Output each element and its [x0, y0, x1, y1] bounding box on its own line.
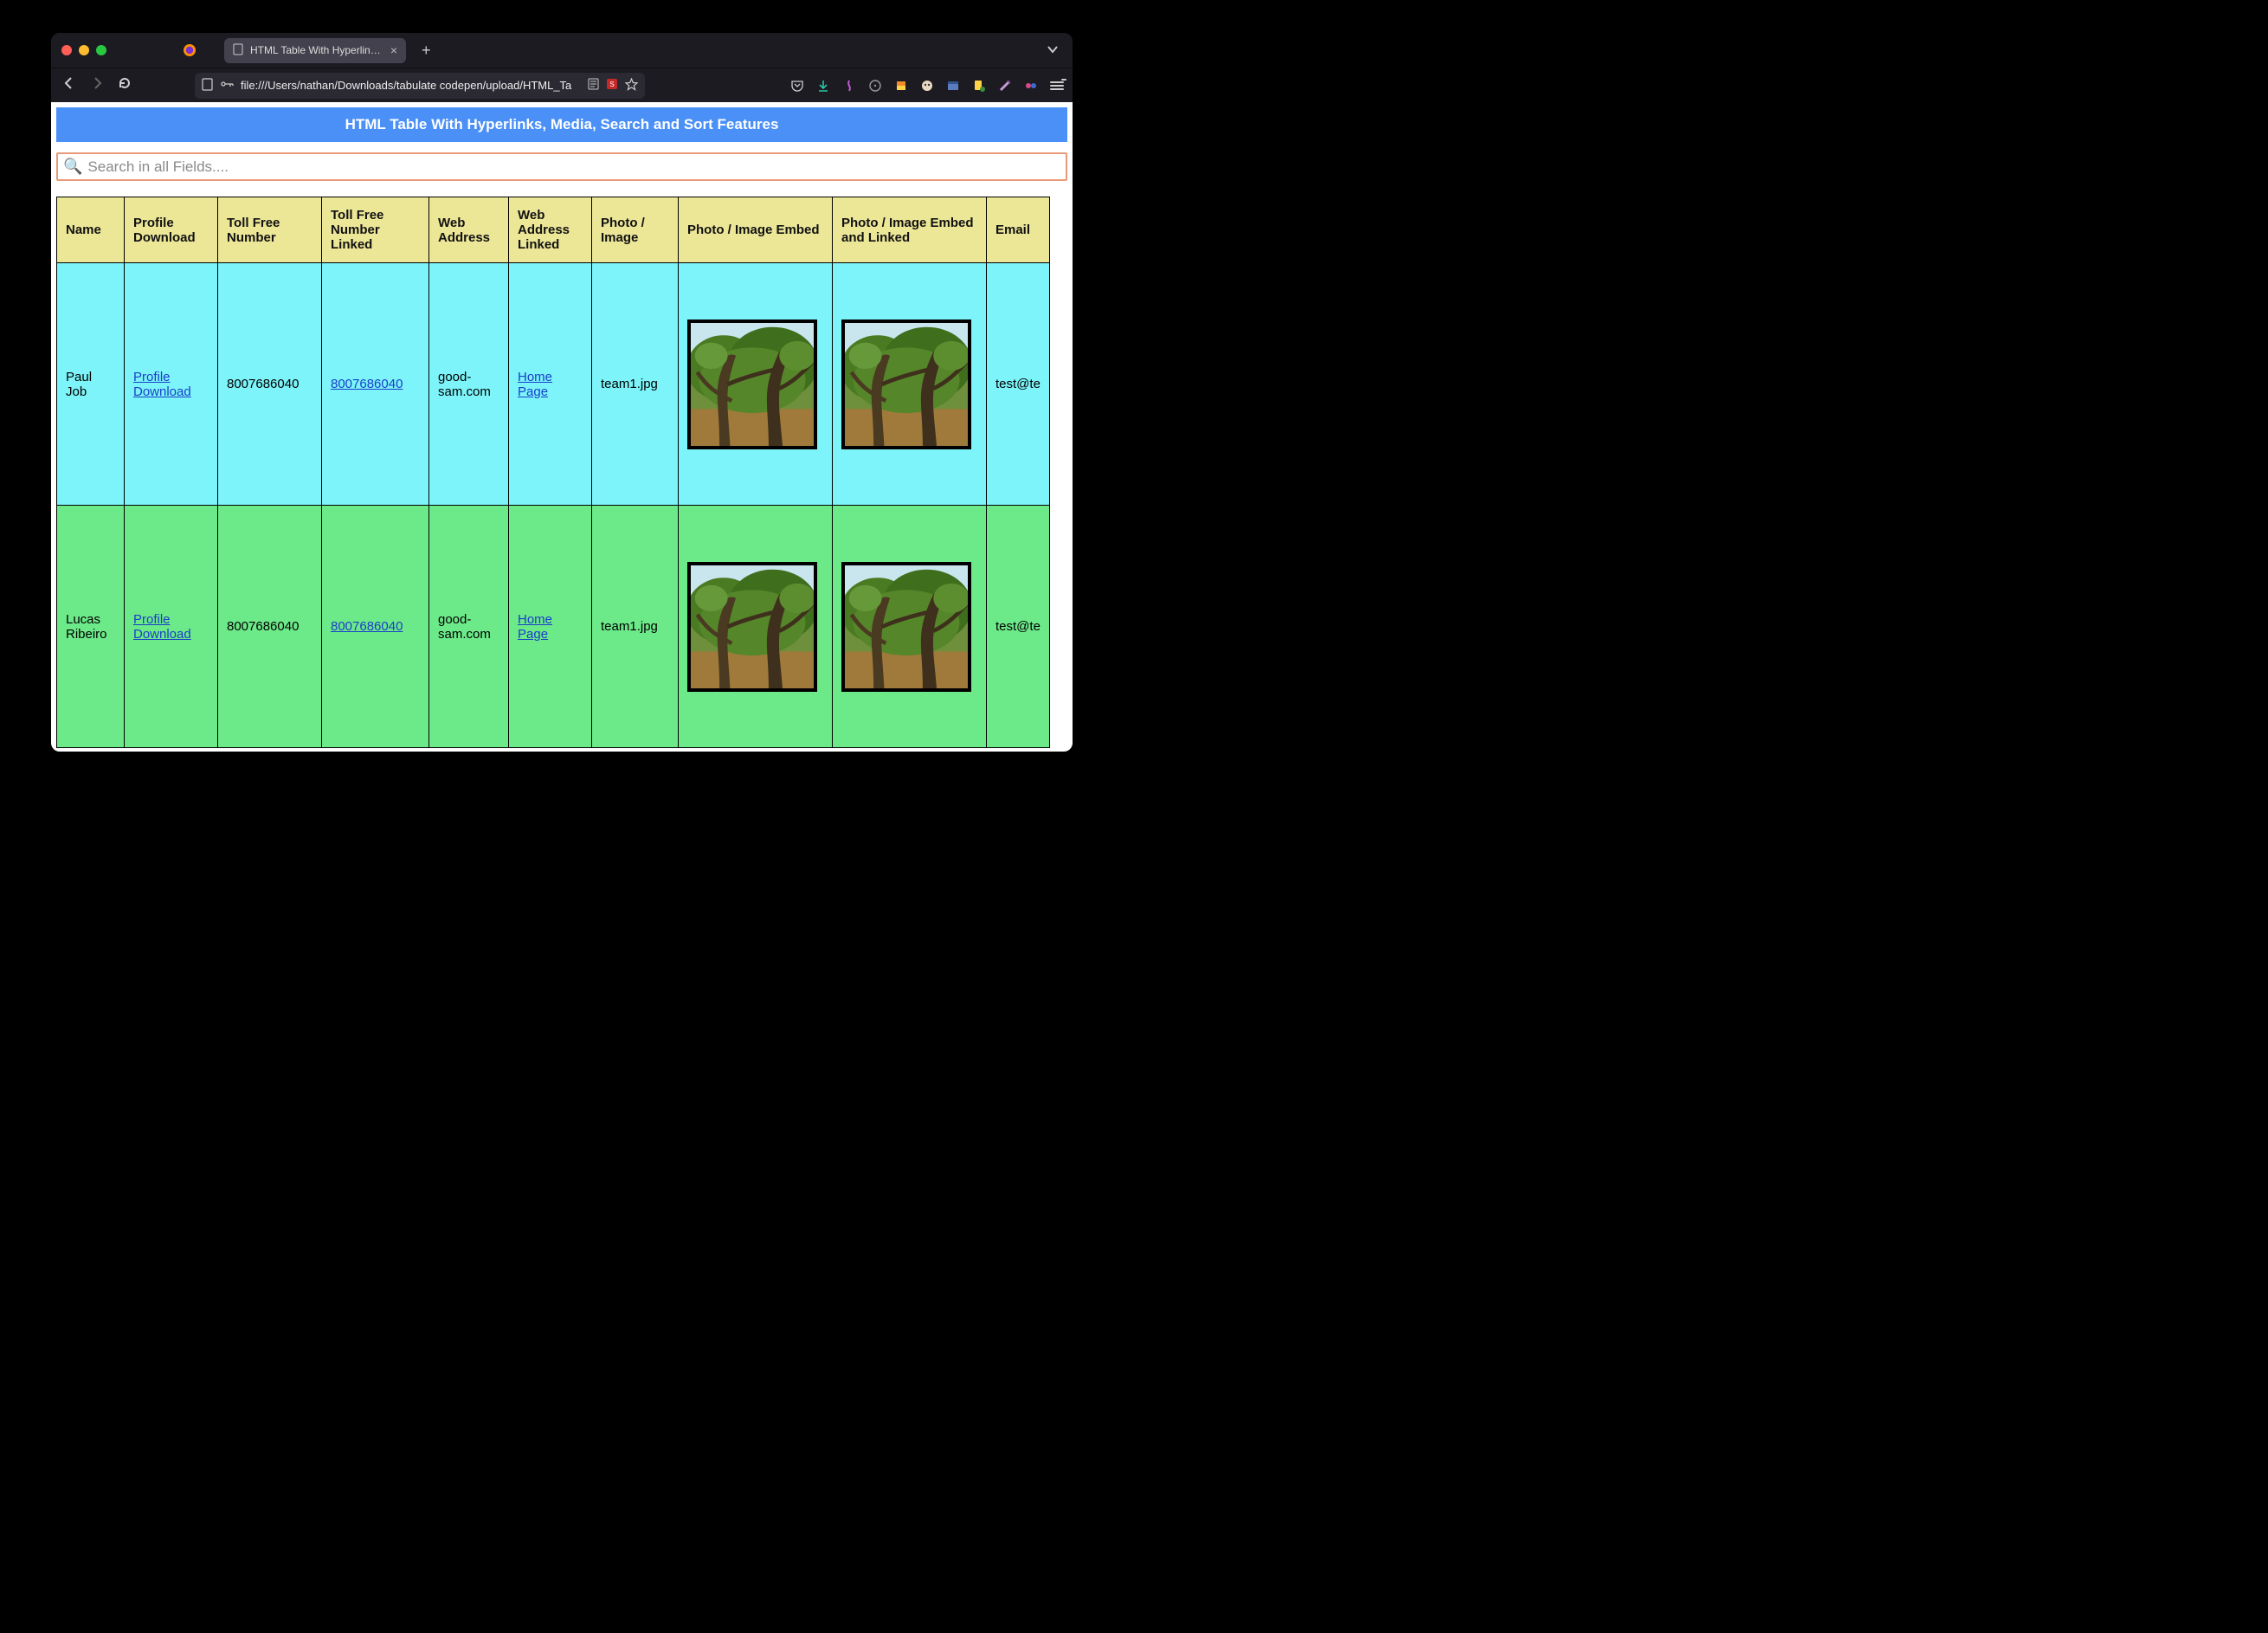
cell-photo-embed — [679, 263, 833, 506]
page-title: HTML Table With Hyperlinks, Media, Searc… — [56, 107, 1067, 142]
col-web-address-linked[interactable]: Web Address Linked — [509, 197, 592, 263]
cell-profile-download: Profile Download — [125, 263, 218, 506]
photo-thumbnail — [687, 320, 817, 449]
home-page-link[interactable]: Home Page — [518, 612, 552, 642]
cell-web-address-linked: Home Page — [509, 263, 592, 506]
col-toll-free-linked[interactable]: Toll Free Number Linked — [322, 197, 429, 263]
photo-embed-link[interactable] — [841, 562, 977, 692]
close-window-button[interactable] — [61, 45, 72, 55]
new-tab-button[interactable]: + — [413, 42, 440, 60]
page-body: HTML Table With Hyperlinks, Media, Searc… — [51, 102, 1073, 752]
col-email[interactable]: Email — [987, 197, 1050, 263]
cell-email: test@te — [987, 263, 1050, 506]
firefox-icon — [183, 43, 197, 57]
extension-icon-3[interactable] — [894, 79, 908, 93]
cell-photo-image: team1.jpg — [592, 506, 679, 748]
page-viewport: HTML Table With Hyperlinks, Media, Searc… — [51, 102, 1073, 752]
url-text: file:///Users/nathan/Downloads/tabulate … — [241, 79, 581, 92]
extension-icon-7[interactable] — [998, 79, 1012, 93]
col-toll-free[interactable]: Toll Free Number — [218, 197, 322, 263]
extension-icon-2[interactable] — [868, 79, 882, 93]
browser-tab[interactable]: HTML Table With Hyperlinks, Media, × — [224, 38, 406, 63]
table-header-row: Name Profile Download Toll Free Number T… — [57, 197, 1050, 263]
cell-name: Lucas Ribeiro — [57, 506, 125, 748]
bookmark-star-icon[interactable] — [625, 78, 638, 94]
search-input[interactable] — [87, 158, 1060, 176]
profile-download-link[interactable]: Profile Download — [133, 370, 191, 399]
browser-window: HTML Table With Hyperlinks, Media, × + f… — [51, 33, 1073, 752]
close-tab-icon[interactable]: × — [390, 43, 397, 57]
extension-icon-4[interactable] — [920, 79, 934, 93]
cell-toll-free-linked: 8007686040 — [322, 263, 429, 506]
col-photo-embed-linked[interactable]: Photo / Image Embed and Linked — [833, 197, 987, 263]
minimize-window-button[interactable] — [79, 45, 89, 55]
col-photo-embed[interactable]: Photo / Image Embed — [679, 197, 833, 263]
svg-text:S: S — [609, 81, 614, 88]
col-name[interactable]: Name — [57, 197, 125, 263]
search-icon: 🔍 — [63, 158, 82, 176]
data-table-wrap: Name Profile Download Toll Free Number T… — [56, 197, 1067, 748]
cell-web-address: good-sam.com — [429, 506, 509, 748]
extension-icon-6[interactable] — [972, 79, 986, 93]
cell-toll-free: 8007686040 — [218, 263, 322, 506]
col-web-address[interactable]: Web Address — [429, 197, 509, 263]
back-button[interactable] — [60, 76, 79, 94]
tab-title: HTML Table With Hyperlinks, Media, — [250, 44, 383, 56]
extension-icon-1[interactable] — [842, 79, 856, 93]
page-icon — [233, 43, 243, 58]
noscript-icon[interactable]: S — [606, 78, 618, 93]
window-controls — [61, 45, 106, 55]
photo-thumbnail — [841, 562, 971, 692]
page-info-icon[interactable] — [202, 78, 213, 94]
cell-profile-download: Profile Download — [125, 506, 218, 748]
table-row: Paul Job Profile Download 8007686040 800768… — [57, 263, 1050, 506]
cell-web-address-linked: Home Page — [509, 506, 592, 748]
photo-thumbnail — [687, 562, 817, 692]
tabs-dropdown-icon[interactable] — [1047, 43, 1062, 58]
app-menu-button[interactable] — [1050, 79, 1064, 93]
cell-photo-embed-linked — [833, 506, 987, 748]
reader-mode-icon[interactable] — [588, 78, 599, 93]
home-page-link[interactable]: Home Page — [518, 370, 552, 399]
cell-name: Paul Job — [57, 263, 125, 506]
nav-toolbar: file:///Users/nathan/Downloads/tabulate … — [51, 68, 1073, 102]
maximize-window-button[interactable] — [96, 45, 106, 55]
pocket-icon[interactable] — [790, 79, 804, 93]
data-table: Name Profile Download Toll Free Number T… — [56, 197, 1050, 748]
profile-download-link[interactable]: Profile Download — [133, 612, 191, 642]
toll-free-link[interactable]: 8007686040 — [331, 619, 403, 634]
cell-email: test@te — [987, 506, 1050, 748]
titlebar: HTML Table With Hyperlinks, Media, × + — [51, 33, 1073, 68]
cell-toll-free: 8007686040 — [218, 506, 322, 748]
col-profile-download[interactable]: Profile Download — [125, 197, 218, 263]
toolbar-extensions — [790, 79, 1064, 93]
cell-toll-free-linked: 8007686040 — [322, 506, 429, 748]
cell-photo-image: team1.jpg — [592, 263, 679, 506]
cell-photo-embed-linked — [833, 263, 987, 506]
search-container: 🔍 — [56, 152, 1067, 181]
extension-icon-8[interactable] — [1024, 79, 1038, 93]
cell-web-address: good-sam.com — [429, 263, 509, 506]
reload-button[interactable] — [115, 76, 134, 94]
photo-embed-link[interactable] — [841, 320, 977, 449]
extension-icon-5[interactable] — [946, 79, 960, 93]
cell-photo-embed — [679, 506, 833, 748]
table-row: Lucas Ribeiro Profile Download 8007686040 8… — [57, 506, 1050, 748]
col-photo-image[interactable]: Photo / Image — [592, 197, 679, 263]
permissions-icon[interactable] — [220, 79, 234, 92]
forward-button[interactable] — [87, 76, 106, 94]
url-bar[interactable]: file:///Users/nathan/Downloads/tabulate … — [195, 73, 645, 99]
photo-thumbnail — [841, 320, 971, 449]
toll-free-link[interactable]: 8007686040 — [331, 377, 403, 391]
download-icon[interactable] — [816, 79, 830, 93]
